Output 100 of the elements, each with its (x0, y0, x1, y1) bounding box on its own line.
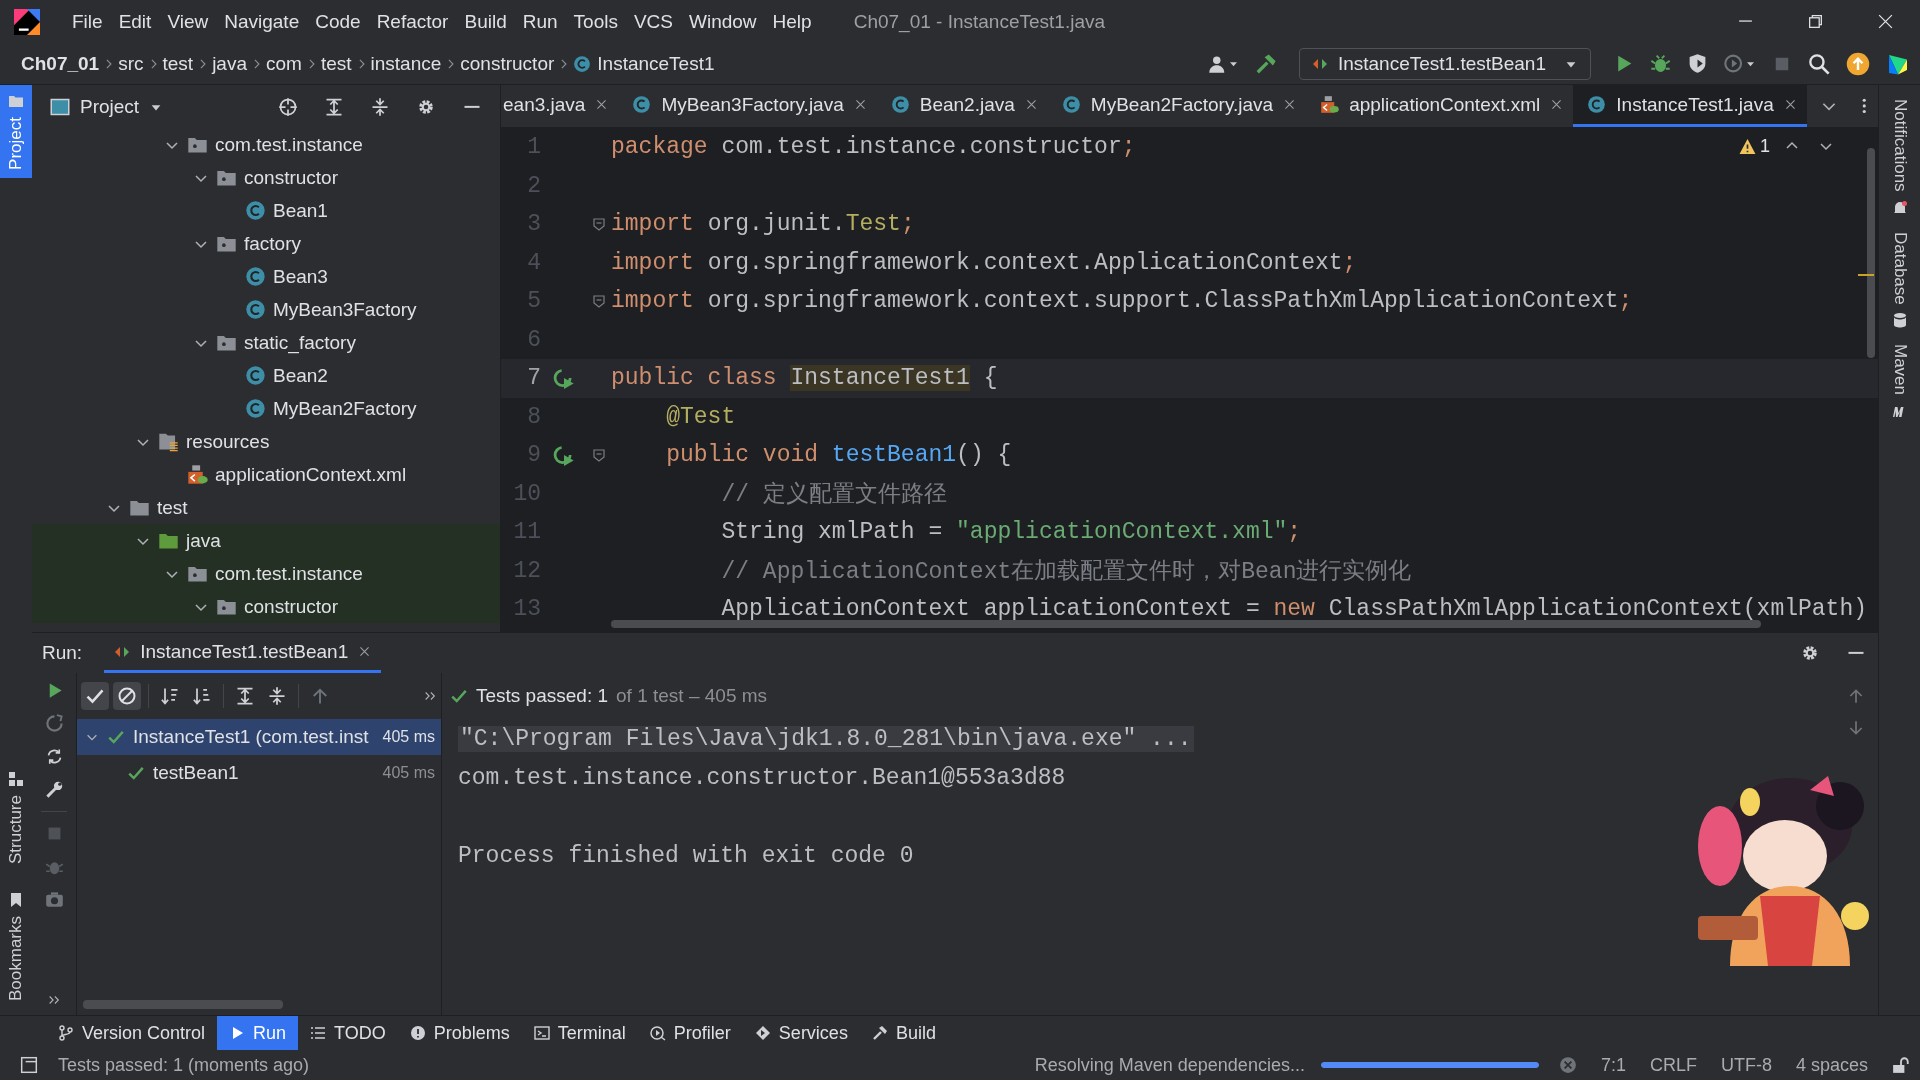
tool-window-tab[interactable]: Database (1880, 223, 1920, 337)
sort-by-duration-icon (192, 686, 212, 706)
close-icon[interactable] (358, 645, 372, 658)
tree-item[interactable]: MyBean3Factory (32, 293, 500, 326)
services-icon (754, 1025, 771, 1041)
run-config-dropdown[interactable]: InstanceTest1.testBean1 (1298, 47, 1591, 80)
caret-position[interactable]: 7:1 (1596, 1054, 1630, 1076)
structure-icon (8, 770, 24, 787)
passed-icon (107, 728, 125, 746)
menu-item[interactable]: Tools (565, 6, 626, 37)
class-icon (245, 266, 266, 287)
close-icon (1876, 13, 1894, 30)
app-logo-icon (14, 8, 40, 35)
breadcrumb[interactable]: InstanceTest1 (570, 50, 718, 77)
tool-window-tab[interactable]: Notifications (1880, 91, 1920, 224)
tree-item[interactable]: Bean2 (32, 359, 500, 392)
build-icon (1254, 52, 1277, 75)
tree-item[interactable]: constructor (32, 161, 500, 194)
breadcrumb[interactable]: test (317, 50, 355, 77)
tool-window-button[interactable]: TODO (298, 1016, 398, 1050)
breadcrumb[interactable]: src (115, 50, 147, 77)
editor-tab[interactable]: Bean2.java (876, 85, 1048, 127)
close-icon[interactable] (595, 98, 609, 111)
tool-window-button[interactable]: Version Control (46, 1016, 218, 1050)
class-icon (245, 398, 266, 419)
project-icon (50, 96, 70, 117)
close-icon[interactable] (853, 98, 867, 111)
list-icon (310, 1025, 327, 1041)
class-icon (245, 200, 266, 221)
menu-item[interactable]: Run (514, 6, 566, 37)
tool-window-button[interactable]: Services (742, 1016, 860, 1050)
editor-tab[interactable]: InstanceTest1.java (1573, 85, 1807, 127)
folded-command[interactable]: "C:\Program Files\Java\jdk1.8.0_281\bin\java.exe" ... (458, 725, 1194, 752)
close-icon[interactable] (1024, 98, 1038, 111)
exclamation-icon (409, 1025, 426, 1041)
fold-icon[interactable] (591, 447, 607, 464)
fold-icon[interactable] (591, 216, 607, 233)
editor-tab[interactable]: MyBean2Factory.java (1047, 85, 1307, 127)
tree-item[interactable]: java (32, 524, 500, 557)
tree-item[interactable]: com.test.instance (32, 557, 500, 590)
close-icon[interactable] (1783, 98, 1797, 111)
breadcrumb[interactable]: test (159, 50, 197, 77)
tool-window-tab[interactable]: Maven (1880, 336, 1920, 428)
menu-item[interactable]: Edit (110, 6, 160, 37)
run-test-icon[interactable] (553, 444, 575, 467)
class-icon (245, 299, 266, 320)
menu-item[interactable]: Navigate (216, 6, 308, 37)
expand-all-icon (324, 96, 344, 117)
sort-alphabetically-icon (160, 686, 180, 706)
menu-item[interactable]: Window (681, 6, 765, 37)
test-row[interactable]: InstanceTest1 (com.test.inst 405 ms (77, 719, 441, 755)
project-view-dropdown[interactable]: Project (46, 93, 168, 120)
tree-item[interactable]: applicationContext.xml (32, 458, 500, 491)
tree-item[interactable]: resources (32, 425, 500, 458)
menu-item[interactable]: Code (307, 6, 369, 37)
tree-item[interactable]: factory (32, 227, 500, 260)
tool-window-tab[interactable]: Structure (0, 762, 32, 872)
tree-item[interactable]: Bean1 (32, 194, 500, 227)
class-icon (1061, 95, 1081, 114)
breadcrumb[interactable]: instance (367, 50, 445, 77)
tree-item[interactable]: MyBean2Factory (32, 392, 500, 425)
tool-window-button[interactable]: Build (859, 1016, 948, 1050)
close-icon[interactable] (1283, 98, 1297, 111)
line-separator[interactable]: CRLF (1645, 1054, 1701, 1076)
code-comment: // 定义配置文件路径 (720, 480, 947, 510)
tool-window-button[interactable]: Problems (397, 1016, 522, 1050)
menu-item[interactable]: Build (456, 6, 515, 37)
tool-window-button[interactable]: Profiler (637, 1016, 743, 1050)
tool-window-tab[interactable]: Project (0, 85, 32, 178)
tool-window-tab[interactable]: Bookmarks (0, 883, 32, 1009)
tree-item[interactable]: test (32, 491, 500, 524)
tree-item[interactable]: constructor (32, 590, 500, 623)
dump-threads-icon (44, 890, 64, 909)
run-test-icon[interactable] (553, 367, 575, 390)
menu-item[interactable]: File (64, 6, 111, 37)
menu-item[interactable]: Help (764, 6, 820, 37)
tool-window-button[interactable]: Terminal (521, 1016, 638, 1050)
tree-item[interactable]: static_factory (32, 326, 500, 359)
breadcrumb[interactable]: constructor (457, 50, 558, 77)
file-encoding[interactable]: UTF-8 (1716, 1054, 1776, 1076)
run-tab[interactable]: InstanceTest1.testBean1 (104, 633, 382, 673)
editor-tab[interactable]: MyBean3Factory.java (618, 85, 877, 127)
show-ignored-button[interactable] (113, 682, 141, 710)
tree-item[interactable]: com.test.instance (32, 128, 500, 161)
menu-item[interactable]: View (159, 6, 217, 37)
test-name: InstanceTest1 (com.test.inst (133, 726, 369, 748)
menu-item[interactable]: Refactor (368, 6, 457, 37)
close-icon[interactable] (1550, 98, 1564, 111)
editor-tab[interactable]: ean3.java (501, 85, 619, 127)
tree-item[interactable]: Bean3 (32, 260, 500, 293)
breadcrumb[interactable]: Ch07_01 (18, 50, 103, 77)
breadcrumb[interactable]: com (263, 50, 305, 77)
breadcrumb[interactable]: java (209, 50, 250, 77)
indent-setting[interactable]: 4 spaces (1791, 1054, 1872, 1076)
show-passed-button[interactable] (81, 682, 109, 710)
menu-item[interactable]: VCS (625, 6, 681, 37)
test-row[interactable]: testBean1 405 ms (77, 755, 441, 791)
fold-icon[interactable] (591, 293, 607, 310)
editor-tab[interactable]: applicationContext.xml (1306, 85, 1574, 127)
tool-window-button[interactable]: Run (217, 1016, 299, 1050)
